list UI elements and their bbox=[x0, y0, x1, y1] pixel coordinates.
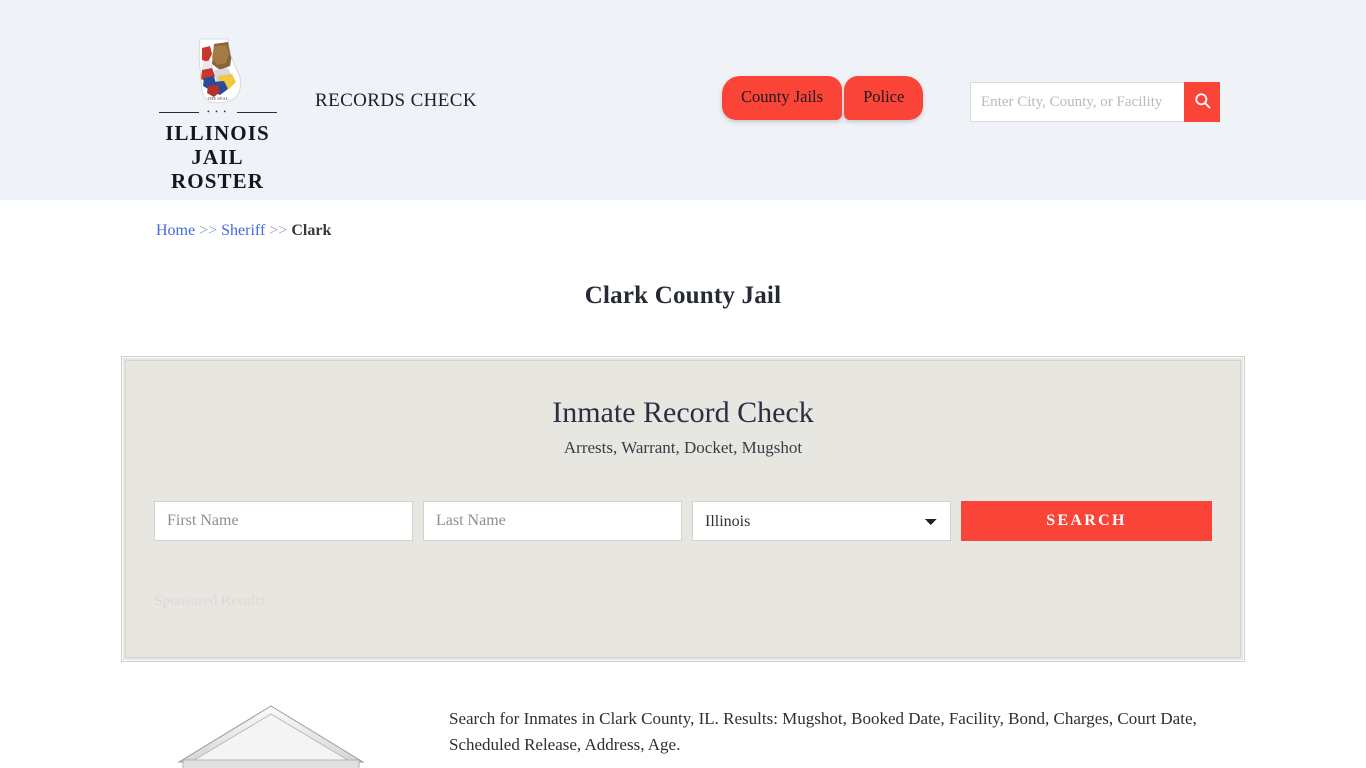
breadcrumb: Home >> Sheriff >> Clark bbox=[0, 200, 1366, 242]
courthouse-image-wrap bbox=[121, 698, 421, 768]
breadcrumb-separator-1: >> bbox=[199, 222, 218, 239]
site-header: THE SEAL • • • ILLINOIS JAIL ROSTER RECO… bbox=[0, 0, 1366, 200]
records-check-wordmark: RECORDS CHECK bbox=[315, 90, 477, 111]
nav-item-police[interactable]: Police bbox=[844, 76, 924, 120]
breadcrumb-separator-2: >> bbox=[269, 222, 288, 239]
page-title: Clark County Jail bbox=[584, 282, 782, 309]
breadcrumb-sheriff[interactable]: Sheriff bbox=[221, 222, 265, 239]
first-name-input[interactable] bbox=[154, 501, 413, 541]
main-nav: County Jails Police bbox=[722, 76, 924, 120]
logo-text-line-1: ILLINOIS bbox=[165, 121, 270, 145]
logo-divider-dots: • • • bbox=[207, 108, 228, 116]
logo-divider: • • • bbox=[158, 108, 277, 117]
brand-logo[interactable]: THE SEAL • • • ILLINOIS JAIL ROSTER bbox=[150, 36, 285, 193]
search-card-inner: Inmate Record Check Arrests, Warrant, Do… bbox=[125, 360, 1241, 658]
info-paragraph: Search for Inmates in Clark County, IL. … bbox=[449, 709, 1197, 754]
illinois-state-outline-icon: THE SEAL bbox=[184, 36, 252, 106]
search-icon bbox=[1193, 91, 1212, 113]
header-search-button[interactable] bbox=[1184, 82, 1220, 122]
search-submit-button[interactable]: SEARCH bbox=[961, 501, 1212, 541]
county-info-section: Search for Inmates in Clark County, IL. … bbox=[121, 698, 1245, 768]
sponsored-results-label: Sponsored Results bbox=[154, 593, 266, 609]
inmate-search-form: Illinois SEARCH bbox=[154, 501, 1212, 541]
info-body: Search for Inmates in Clark County, IL. … bbox=[449, 698, 1245, 768]
header-search bbox=[970, 82, 1220, 122]
inmate-record-check-card: Inmate Record Check Arrests, Warrant, Do… bbox=[121, 356, 1245, 662]
last-name-input[interactable] bbox=[423, 501, 682, 541]
card-title: Inmate Record Check bbox=[552, 396, 814, 429]
nav-item-county-jails[interactable]: County Jails bbox=[722, 76, 843, 120]
svg-text:THE SEAL: THE SEAL bbox=[207, 96, 228, 101]
logo-text-line-2: JAIL ROSTER bbox=[171, 145, 264, 193]
courthouse-icon bbox=[173, 702, 369, 768]
card-subtitle: Arrests, Warrant, Docket, Mugshot bbox=[563, 438, 803, 457]
header-search-input[interactable] bbox=[970, 82, 1184, 122]
header-inner: THE SEAL • • • ILLINOIS JAIL ROSTER RECO… bbox=[0, 0, 1366, 200]
breadcrumb-current: Clark bbox=[291, 222, 332, 239]
breadcrumb-home[interactable]: Home bbox=[156, 222, 195, 239]
state-select[interactable]: Illinois bbox=[692, 501, 951, 541]
